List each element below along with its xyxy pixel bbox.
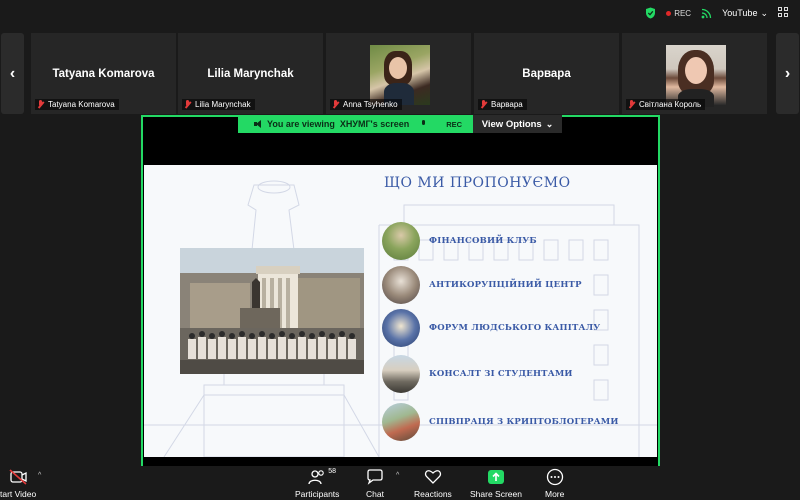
mic-muted-icon bbox=[480, 100, 488, 109]
viewing-banner: You are viewing ХНУМГ's screen REC bbox=[238, 115, 473, 133]
participant-label: Світлана Король bbox=[626, 99, 706, 110]
start-video-label: tart Video bbox=[0, 489, 37, 499]
offer-thumbnail bbox=[382, 266, 420, 304]
chat-options-caret-icon[interactable]: ^ bbox=[396, 472, 399, 479]
participant-tile[interactable]: Lilia Marynchak Lilia Marynchak bbox=[178, 33, 323, 114]
participant-name: Lilia Marynchak bbox=[195, 100, 251, 109]
participant-name: Tatyana Komarova bbox=[48, 100, 115, 109]
video-options-caret-icon[interactable]: ^ bbox=[38, 472, 41, 479]
participant-tile[interactable]: Anna Tsyhenko bbox=[326, 33, 471, 114]
participant-tile[interactable]: Варвара Варвара bbox=[474, 33, 619, 114]
offer-item: ФОРУМ ЛЮДСЬКОГО КАПІТАЛУ bbox=[382, 309, 652, 347]
offer-label: СПІВПРАЦЯ З КРИПТОБЛОГЕРАМИ bbox=[429, 417, 619, 427]
group-photo bbox=[180, 248, 364, 374]
participants-button[interactable]: 58 Participants bbox=[295, 468, 339, 499]
chevron-left-icon: ‹ bbox=[9, 64, 16, 82]
more-button[interactable]: More bbox=[545, 468, 564, 499]
offer-item: АНТИКОРУПЦІЙНИЙ ЦЕНТР bbox=[382, 266, 652, 304]
presentation-slide: ЩО МИ ПРОПОНУЄМО ФІНАНСОВИЙ КЛУБ АНТИКОР… bbox=[144, 165, 657, 457]
reactions-button[interactable]: Reactions bbox=[414, 468, 452, 499]
mic-muted-icon bbox=[628, 100, 636, 109]
previous-page-button[interactable]: ‹ bbox=[1, 33, 24, 114]
chevron-right-icon: › bbox=[784, 64, 791, 82]
participant-name: Варвара bbox=[491, 100, 523, 109]
top-status-group: REC YouTube ⌄ bbox=[645, 7, 790, 19]
offer-thumbnail bbox=[382, 222, 420, 260]
participant-label: Lilia Marynchak bbox=[182, 99, 255, 110]
start-video-button[interactable]: tart Video bbox=[0, 468, 36, 499]
microphone-icon bbox=[420, 120, 427, 128]
participant-tile[interactable]: Tatyana Komarova Tatyana Komarova bbox=[31, 33, 176, 114]
offer-label: ФІНАНСОВИЙ КЛУБ bbox=[429, 236, 537, 246]
more-label: More bbox=[545, 489, 565, 499]
participants-icon: 58 bbox=[308, 468, 336, 486]
offer-item: КОНСАЛТ ЗІ СТУДЕНТАМИ bbox=[382, 355, 652, 393]
chat-icon bbox=[366, 468, 384, 486]
banner-rec-label: REC bbox=[446, 119, 463, 129]
slide-title: ЩО МИ ПРОПОНУЄМО bbox=[384, 175, 571, 191]
share-screen-button[interactable]: Share Screen bbox=[470, 468, 522, 499]
offer-item: ФІНАНСОВИЙ КЛУБ bbox=[382, 222, 652, 260]
chevron-down-icon: ⌄ bbox=[760, 7, 768, 18]
youtube-label: YouTube bbox=[722, 8, 758, 18]
participant-label: Tatyana Komarova bbox=[35, 99, 119, 110]
top-status-bar: REC YouTube ⌄ bbox=[0, 0, 800, 30]
share-screen-label: Share Screen bbox=[470, 489, 522, 499]
offer-item: СПІВПРАЦЯ З КРИПТОБЛОГЕРАМИ bbox=[382, 403, 652, 441]
offer-label: АНТИКОРУПЦІЙНИЙ ЦЕНТР bbox=[429, 280, 582, 290]
view-options-label: View Options bbox=[481, 118, 542, 130]
speaker-icon bbox=[254, 120, 262, 128]
reactions-label: Reactions bbox=[414, 489, 452, 499]
shield-check-icon[interactable] bbox=[645, 7, 656, 19]
meeting-toolbar: tart Video ^ 58 Participants Chat ^ Reac bbox=[0, 466, 800, 500]
mic-muted-icon bbox=[37, 100, 45, 109]
participants-count: 58 bbox=[328, 468, 336, 475]
mic-muted-icon bbox=[184, 100, 192, 109]
recording-label: REC bbox=[674, 8, 692, 18]
participant-name: Anna Tsyhenko bbox=[343, 100, 398, 109]
offer-thumbnail bbox=[382, 403, 420, 441]
participant-label: Варвара bbox=[478, 99, 527, 110]
offer-label: ФОРУМ ЛЮДСЬКОГО КАПІТАЛУ bbox=[429, 323, 601, 333]
participants-label: Participants bbox=[295, 489, 340, 499]
chat-label: Chat bbox=[366, 489, 384, 499]
participant-name: Світлана Король bbox=[639, 100, 702, 109]
view-options-button[interactable]: View Options ⌄ bbox=[473, 115, 562, 133]
participant-strip: ‹ Tatyana Komarova Tatyana Komarova Lili… bbox=[0, 31, 800, 115]
participant-video bbox=[370, 45, 430, 105]
viewing-screen-name: ХНУМГ's screen bbox=[339, 119, 410, 129]
viewing-text: You are viewing bbox=[267, 119, 335, 129]
heart-icon bbox=[424, 468, 442, 486]
participant-display-name: Tatyana Komarova bbox=[52, 68, 155, 80]
record-dot-icon bbox=[666, 10, 672, 16]
chat-button[interactable]: Chat bbox=[366, 468, 384, 499]
participant-video bbox=[666, 45, 726, 107]
participant-display-name: Lilia Marynchak bbox=[207, 68, 294, 80]
chevron-down-icon: ⌄ bbox=[545, 118, 554, 129]
participant-label: Anna Tsyhenko bbox=[330, 99, 402, 110]
participant-display-name: Варвара bbox=[522, 68, 571, 80]
offer-thumbnail bbox=[382, 309, 420, 347]
offer-thumbnail bbox=[382, 355, 420, 393]
share-screen-icon bbox=[487, 468, 505, 486]
offer-label: КОНСАЛТ ЗІ СТУДЕНТАМИ bbox=[429, 369, 573, 379]
more-dots-icon bbox=[546, 468, 564, 486]
video-off-icon bbox=[8, 468, 28, 486]
recording-indicator[interactable]: REC bbox=[666, 9, 691, 18]
youtube-dropdown[interactable]: YouTube ⌄ bbox=[722, 8, 768, 19]
share-banner: You are viewing ХНУМГ's screen REC View … bbox=[238, 115, 562, 133]
live-stream-icon[interactable] bbox=[701, 8, 712, 19]
mic-muted-icon bbox=[332, 100, 340, 109]
next-page-button[interactable]: › bbox=[776, 33, 799, 114]
view-grid-icon[interactable] bbox=[778, 7, 790, 19]
participant-tile[interactable]: Світлана Король bbox=[622, 33, 767, 114]
